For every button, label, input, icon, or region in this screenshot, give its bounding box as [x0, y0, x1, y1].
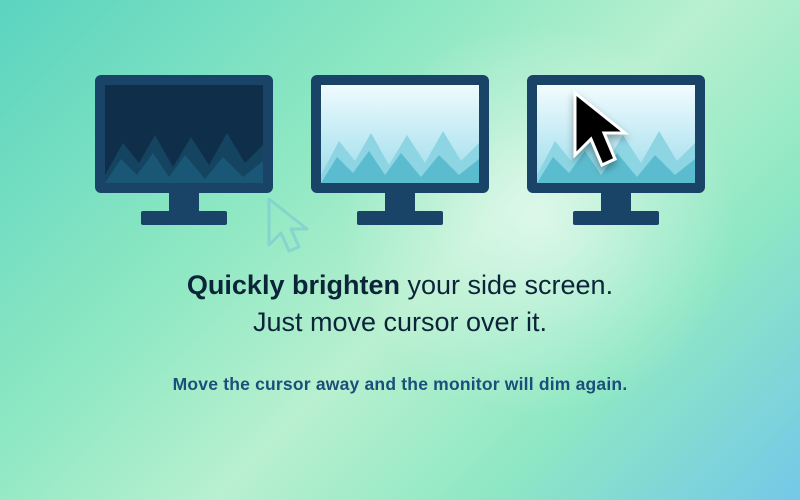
- headline-bold: Quickly brighten: [187, 270, 400, 300]
- monitor-bright-active: [527, 75, 705, 231]
- headline-line2: Just move cursor over it.: [253, 307, 547, 337]
- monitor-row: [95, 75, 705, 231]
- monitor-icon: [95, 75, 273, 231]
- headline-rest: your side screen.: [400, 270, 613, 300]
- cursor-icon: [553, 85, 639, 181]
- subline: Move the cursor away and the monitor wil…: [173, 374, 628, 395]
- monitor-dim: [95, 75, 273, 231]
- monitor-icon: [311, 75, 489, 231]
- cursor-outline-icon: [251, 189, 329, 267]
- monitor-bright-1: [311, 75, 489, 231]
- headline: Quickly brighten your side screen. Just …: [187, 267, 613, 340]
